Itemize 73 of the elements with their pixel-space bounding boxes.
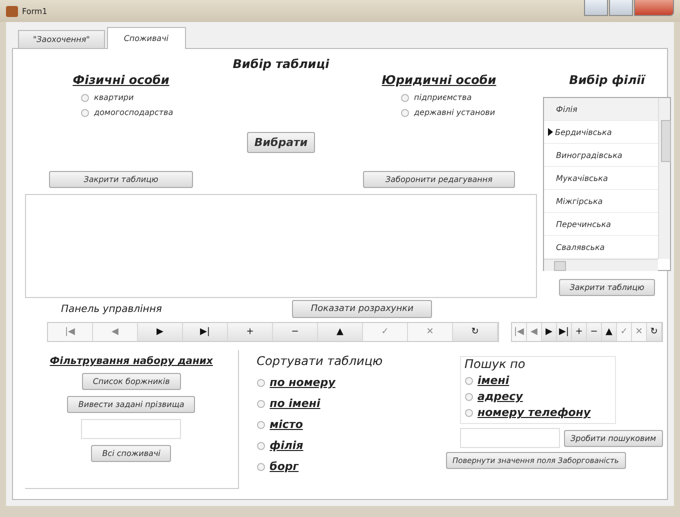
radio-label: місто	[270, 418, 303, 431]
table-cell[interactable]: Бердичівська	[555, 128, 612, 136]
navigator-button[interactable]: ▶	[542, 323, 557, 341]
radio-label: по імені	[270, 397, 320, 410]
radio-button[interactable]	[81, 108, 89, 116]
radio-label: підприємства	[414, 93, 472, 102]
navigator-button[interactable]: ▶	[138, 323, 183, 341]
radio-button[interactable]	[464, 376, 472, 384]
show-calculations-button[interactable]: Показати розрахунки	[292, 300, 432, 318]
radio-label: адресу	[478, 390, 523, 403]
column-header: Філія	[556, 104, 578, 114]
table-cell[interactable]: Свалявська	[556, 242, 605, 252]
lock-editing-button[interactable]: Заборонити редагування	[362, 171, 516, 188]
radio-label: по номеру	[270, 376, 336, 389]
maximize-button[interactable]	[609, 0, 633, 16]
filter-button[interactable]: Вивести задані прізвища	[67, 396, 196, 413]
navigator-button[interactable]: ↻	[453, 323, 498, 341]
table-cell[interactable]: Перечинська	[556, 220, 611, 228]
radio-label: домогосподарства	[94, 108, 174, 117]
horizontal-scrollbar[interactable]	[544, 259, 658, 271]
close-table-button[interactable]: Закрити таблицю	[48, 171, 194, 188]
select-button[interactable]: Вибрати	[247, 132, 315, 153]
tab[interactable]: "Заохочення"	[18, 30, 105, 48]
branch-list[interactable]: Філія Бердичівська Виноградівська Мукачівська Міжгірська Перечинська Свалявська	[543, 97, 671, 271]
navigator-button[interactable]: +	[228, 323, 273, 341]
radio-button[interactable]	[401, 94, 409, 102]
group-heading: Фільтрування набору даних	[50, 356, 213, 367]
window-title: Form1	[22, 6, 48, 16]
radio-button[interactable]	[256, 442, 265, 450]
filter-button[interactable]: Всі споживачі	[91, 445, 172, 462]
radio-label: державні установи	[414, 108, 496, 117]
navigator-button[interactable]: −	[587, 323, 602, 341]
radio-button[interactable]	[464, 392, 472, 400]
radio-label: філія	[270, 439, 304, 452]
app-icon	[6, 6, 18, 16]
radio-label: імені	[478, 374, 510, 387]
table-cell[interactable]: Виноградівська	[556, 150, 622, 160]
filter-button[interactable]: Список боржників	[82, 373, 181, 390]
group-heading: Фізичні особи	[72, 73, 170, 87]
section-title: Вибір філії	[569, 73, 645, 87]
group-heading: Сортувати таблицю	[256, 354, 384, 368]
group-heading: Пошук по	[464, 357, 526, 371]
input-field[interactable]	[81, 419, 182, 439]
radio-button[interactable]	[464, 408, 472, 416]
vertical-scrollbar[interactable]	[658, 98, 670, 259]
group-heading: Юридичні особи	[382, 73, 496, 87]
search-button[interactable]: Зробити пошуковим	[564, 430, 663, 446]
navigator-button[interactable]: +	[572, 323, 587, 341]
navigator-button[interactable]: ▶|	[557, 323, 572, 341]
close-table-button[interactable]: Закрити таблицю	[558, 279, 656, 296]
minimize-button[interactable]	[584, 0, 608, 16]
radio-button[interactable]	[256, 462, 265, 470]
data-grid[interactable]	[25, 194, 537, 298]
radio-label: борг	[270, 460, 299, 473]
radio-label: квартири	[94, 93, 134, 102]
navigator-button[interactable]: ↻	[647, 323, 662, 341]
navigator-button[interactable]: −	[273, 323, 318, 341]
radio-button[interactable]	[256, 378, 265, 386]
panel-label: Панель управління	[61, 304, 162, 314]
close-button[interactable]	[634, 0, 674, 16]
radio-button[interactable]	[256, 420, 265, 428]
navigator-button[interactable]: ▶|	[183, 323, 228, 341]
navigator-button[interactable]: ▲	[602, 323, 617, 341]
tab[interactable]: Споживачі	[106, 27, 186, 49]
input-field[interactable]	[460, 428, 560, 448]
radio-label: номеру телефону	[478, 406, 591, 419]
navigator-button[interactable]: ▲	[318, 323, 363, 341]
table-cell[interactable]: Мукачівська	[556, 174, 608, 182]
section-title: Вибір таблиці	[232, 57, 330, 71]
radio-button[interactable]	[256, 400, 265, 408]
radio-button[interactable]	[401, 108, 409, 116]
table-cell[interactable]: Міжгірська	[556, 196, 603, 206]
radio-button[interactable]	[81, 94, 89, 102]
